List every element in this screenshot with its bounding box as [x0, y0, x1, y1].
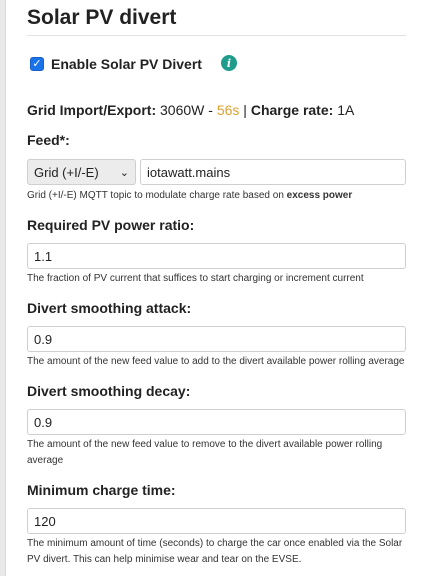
pv-ratio-help: The fraction of PV current that suffices…: [27, 273, 364, 284]
min-time-help: The minimum amount of time (seconds) to …: [27, 538, 403, 565]
attack-input[interactable]: 0.9: [27, 326, 406, 352]
grid-value: 3060W: [160, 102, 205, 118]
feed-label: Feed*:: [27, 132, 70, 148]
min-time-label: Minimum charge time:: [27, 482, 176, 498]
pv-ratio-label: Required PV power ratio:: [27, 217, 195, 233]
feed-topic-value: iotawatt.mains: [147, 164, 231, 180]
charge-rate-label: Charge rate:: [250, 102, 334, 118]
decay-help: The amount of the new feed value to remo…: [27, 439, 383, 466]
left-border: [0, 0, 6, 576]
grid-separator: -: [204, 102, 217, 118]
enable-divert-row[interactable]: ✓ Enable Solar PV Divert: [30, 54, 202, 74]
feed-help-text: Grid (+I/-E) MQTT topic to modulate char…: [27, 190, 287, 201]
page-title: Solar PV divert: [27, 6, 177, 29]
title-divider: [27, 35, 406, 36]
pv-ratio-value: 1.1: [34, 248, 53, 264]
decay-value: 0.9: [34, 414, 53, 430]
status-pipe: |: [239, 102, 251, 118]
charge-rate-value: 1A: [337, 102, 355, 118]
chevron-down-icon: ⌄: [119, 166, 129, 179]
feed-type-value: Grid (+I/-E): [34, 164, 99, 180]
enable-divert-checkbox[interactable]: ✓: [30, 57, 44, 71]
min-time-input[interactable]: 120: [27, 508, 406, 534]
attack-help: The amount of the new feed value to add …: [27, 356, 405, 367]
min-time-value: 120: [34, 513, 56, 529]
feed-topic-input[interactable]: iotawatt.mains: [140, 159, 406, 185]
grid-label: Grid Import/Export:: [27, 102, 157, 118]
decay-input[interactable]: 0.9: [27, 409, 406, 435]
info-icon[interactable]: i: [221, 55, 237, 71]
decay-label: Divert smoothing decay:: [27, 383, 191, 399]
grid-status-line: Grid Import/Export: 3060W - 56s | Charge…: [27, 102, 354, 118]
enable-divert-label[interactable]: Enable Solar PV Divert: [51, 56, 202, 72]
feed-help-bold: excess power: [286, 190, 353, 201]
attack-label: Divert smoothing attack:: [27, 300, 192, 316]
grid-age: 56s: [216, 102, 240, 118]
pv-ratio-input[interactable]: 1.1: [27, 243, 406, 269]
feed-type-select[interactable]: Grid (+I/-E) ⌄: [27, 159, 136, 185]
feed-help: Grid (+I/-E) MQTT topic to modulate char…: [27, 188, 406, 204]
attack-value: 0.9: [34, 331, 53, 347]
